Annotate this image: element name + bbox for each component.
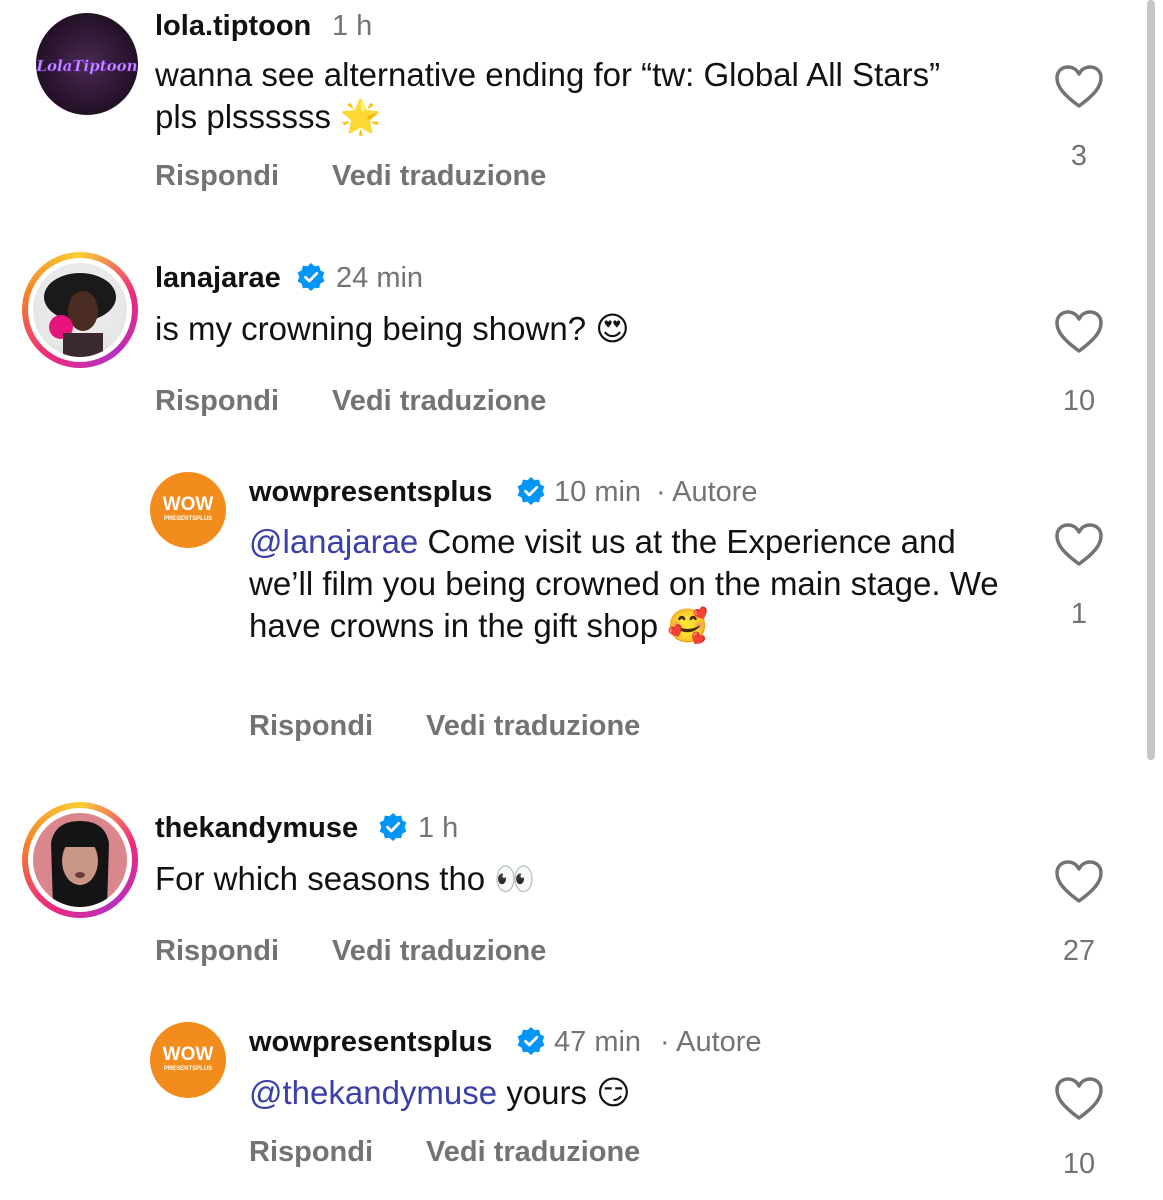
comment-text: @lanajarae Come visit us at the Experien… xyxy=(249,523,999,645)
comment-item: thekandymuse 1 h For which seasons tho 👀… xyxy=(0,802,1163,1002)
avatar xyxy=(33,813,127,907)
lola-logo-icon: LolaTiptoon xyxy=(36,57,138,76)
svg-text:PRESENTSPLUS: PRESENTSPLUS xyxy=(164,1066,212,1072)
comment-item: LolaTiptoon lola.tiptoon 1 h wanna see a… xyxy=(0,0,1163,230)
reply-button[interactable]: Rispondi xyxy=(155,160,279,193)
comment-username[interactable]: thekandymuse xyxy=(155,812,358,845)
avatar[interactable]: LolaTiptoon xyxy=(36,13,138,115)
heart-icon[interactable] xyxy=(1054,309,1104,355)
comment-text: is my crowning being shown? 😍 xyxy=(155,309,630,348)
see-translation-button[interactable]: Vedi traduzione xyxy=(426,710,640,743)
comment-item: lanajarae 24 min is my crowning being sh… xyxy=(0,252,1163,452)
reply-item: WOW PRESENTSPLUS wowpresentsplus 10 min … xyxy=(0,468,1163,768)
mention-link[interactable]: @thekandymuse xyxy=(249,1074,497,1111)
heart-eyes-emoji: 😍 xyxy=(595,309,630,348)
reply-button[interactable]: Rispondi xyxy=(249,710,373,743)
see-translation-button[interactable]: Vedi traduzione xyxy=(426,1136,640,1169)
svg-text:WOW: WOW xyxy=(163,494,214,515)
comment-time: 24 min xyxy=(336,262,424,294)
smiling-hearts-emoji: 🥰 xyxy=(667,606,709,645)
wow-presents-plus-logo-icon: WOW PRESENTSPLUS xyxy=(163,1044,214,1072)
svg-text:WOW: WOW xyxy=(163,1044,214,1065)
avatar xyxy=(33,263,127,357)
comment-time: 10 min xyxy=(554,476,642,508)
comment-username[interactable]: wowpresentsplus xyxy=(249,476,492,509)
verified-badge-icon xyxy=(517,477,545,505)
mention-link[interactable]: @lanajarae xyxy=(249,523,418,560)
scrollbar[interactable] xyxy=(1147,0,1155,760)
svg-text:LolaTiptoon: LolaTiptoon xyxy=(36,57,138,75)
like-count: 3 xyxy=(1070,140,1088,172)
see-translation-button[interactable]: Vedi traduzione xyxy=(332,385,546,418)
heart-icon[interactable] xyxy=(1054,64,1104,110)
comment-username[interactable]: wowpresentsplus xyxy=(249,1026,492,1059)
reply-item: WOW PRESENTSPLUS wowpresentsplus 47 min … xyxy=(0,1018,1163,1200)
verified-badge-icon xyxy=(517,1027,545,1055)
avatar-story-ring[interactable] xyxy=(22,252,138,368)
reply-button[interactable]: Rispondi xyxy=(249,1136,373,1169)
verified-badge-icon xyxy=(297,263,325,291)
wow-presents-plus-logo-icon: WOW PRESENTSPLUS xyxy=(163,494,214,522)
heart-icon[interactable] xyxy=(1054,522,1104,568)
like-count: 10 xyxy=(1062,1148,1096,1180)
reply-button[interactable]: Rispondi xyxy=(155,385,279,418)
comment-time: 1 h xyxy=(332,10,373,42)
see-translation-button[interactable]: Vedi traduzione xyxy=(332,935,546,968)
heart-icon[interactable] xyxy=(1054,1076,1104,1122)
svg-text:PRESENTSPLUS: PRESENTSPLUS xyxy=(164,516,212,522)
comment-text: For which seasons tho 👀 xyxy=(155,859,536,898)
smirk-emoji: 😏 xyxy=(596,1073,631,1112)
avatar[interactable]: WOW PRESENTSPLUS xyxy=(150,1022,226,1098)
avatar-story-ring[interactable] xyxy=(22,802,138,918)
like-count: 27 xyxy=(1062,935,1096,967)
like-count: 1 xyxy=(1070,598,1088,630)
see-translation-button[interactable]: Vedi traduzione xyxy=(332,160,546,193)
comment-text: @thekandymuse yours 😏 xyxy=(249,1073,631,1112)
comment-time: 1 h xyxy=(418,812,459,844)
glowing-star-emoji: 🌟 xyxy=(340,97,382,136)
like-count: 10 xyxy=(1062,385,1096,417)
comment-time: 47 min xyxy=(554,1026,642,1058)
eyes-emoji: 👀 xyxy=(494,859,536,898)
author-tag: · Autore xyxy=(656,476,758,508)
comment-username[interactable]: lanajarae xyxy=(155,262,281,295)
heart-icon[interactable] xyxy=(1054,859,1104,905)
reply-button[interactable]: Rispondi xyxy=(155,935,279,968)
comment-username[interactable]: lola.tiptoon xyxy=(155,10,311,43)
verified-badge-icon xyxy=(379,813,407,841)
comment-text: wanna see alternative ending for “tw: Gl… xyxy=(155,56,941,136)
avatar[interactable]: WOW PRESENTSPLUS xyxy=(150,472,226,548)
author-tag: · Autore xyxy=(660,1026,762,1058)
